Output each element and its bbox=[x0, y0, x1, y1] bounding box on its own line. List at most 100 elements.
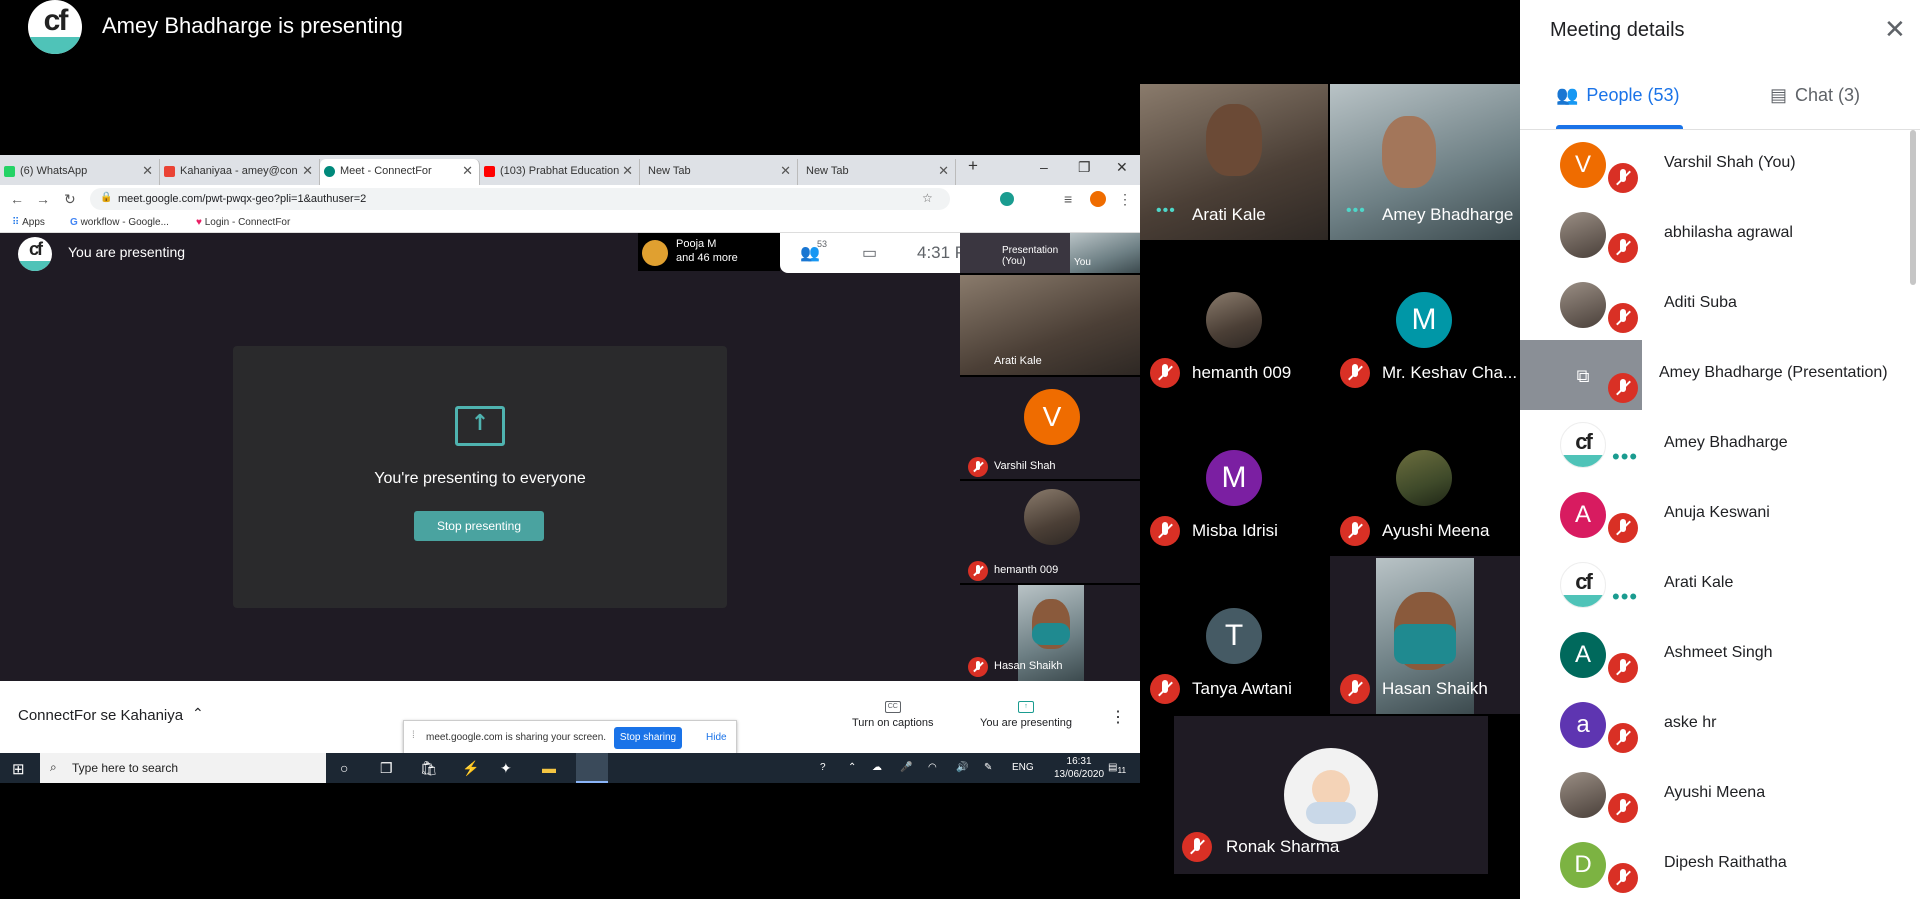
chat-icon[interactable]: ▭ bbox=[862, 243, 877, 263]
avatar: M bbox=[1206, 450, 1262, 506]
participant-row[interactable]: V Varshil Shah (You) bbox=[1520, 130, 1920, 200]
bookmark-login[interactable]: ♥ Login - ConnectFor bbox=[196, 217, 290, 228]
avatar: M bbox=[1396, 292, 1452, 348]
participant-row[interactable]: A Anuja Keswani bbox=[1520, 480, 1920, 550]
pen-icon[interactable]: ✎ bbox=[984, 762, 992, 773]
video-tile-ayushi[interactable]: Ayushi Meena bbox=[1330, 398, 1520, 556]
participant-row[interactable]: D Dipesh Raithatha bbox=[1520, 830, 1920, 899]
url-input[interactable]: 🔒 meet.google.com/pwt-pwqx-geo?pli=1&aut… bbox=[90, 188, 950, 210]
playlist-icon[interactable]: ≡ bbox=[1064, 191, 1072, 207]
participant-name: Amey Bhadharge (Presentation) bbox=[1659, 364, 1888, 381]
cortana-icon[interactable]: ○ bbox=[340, 760, 348, 776]
forward-icon[interactable]: → bbox=[36, 191, 50, 207]
stop-sharing-button[interactable]: Stop sharing bbox=[614, 727, 682, 749]
store-icon[interactable]: 🛍 bbox=[420, 760, 438, 777]
close-tab-icon[interactable]: ✕ bbox=[938, 163, 949, 179]
participant-row[interactable]: Ayushi Meena bbox=[1520, 760, 1920, 830]
scrollbar[interactable] bbox=[1910, 130, 1916, 285]
film-tile-hemanth[interactable]: hemanth 009 bbox=[960, 481, 1140, 583]
microphone-icon[interactable]: 🎤 bbox=[900, 762, 912, 773]
tab-chat[interactable]: ▤ Chat (3) bbox=[1770, 85, 1860, 106]
panel-title: Meeting details bbox=[1550, 19, 1685, 41]
browser-tab-gmail[interactable]: Kahaniyaa - amey@con ✕ bbox=[160, 159, 320, 185]
mic-off-icon bbox=[1608, 513, 1638, 543]
participant-row[interactable]: A Ashmeet Singh bbox=[1520, 620, 1920, 690]
video-tile-tanya[interactable]: T Tanya Awtani bbox=[1140, 556, 1330, 714]
star-icon[interactable]: ☆ bbox=[922, 191, 933, 205]
file-explorer-icon[interactable]: ▬ bbox=[542, 760, 556, 776]
browser-tab-whatsapp[interactable]: (6) WhatsApp ✕ bbox=[0, 159, 160, 185]
browser-tab-youtube[interactable]: (103) Prabhat Education ✕ bbox=[480, 159, 640, 185]
maximize-icon[interactable]: ❐ bbox=[1078, 159, 1091, 176]
taskbar-search[interactable]: ⌕ Type here to search bbox=[40, 753, 326, 783]
mic-off-icon bbox=[968, 657, 988, 677]
film-tile-you[interactable]: You bbox=[1070, 233, 1140, 273]
language-indicator[interactable]: ENG bbox=[1012, 762, 1034, 773]
tab-people[interactable]: 👥 People (53) bbox=[1556, 85, 1679, 106]
wifi-icon[interactable]: ◠ bbox=[928, 762, 937, 773]
close-tab-icon[interactable]: ✕ bbox=[780, 163, 791, 179]
address-bar: ← → ↻ 🔒 meet.google.com/pwt-pwqx-geo?pli… bbox=[0, 185, 1140, 213]
hide-link[interactable]: Hide bbox=[706, 732, 727, 743]
dropbox-icon[interactable]: ✦ bbox=[500, 760, 512, 777]
close-tab-icon[interactable]: ✕ bbox=[462, 163, 473, 179]
participant-row[interactable]: Aditi Suba bbox=[1520, 270, 1920, 340]
stop-presenting-button[interactable]: Stop presenting bbox=[414, 511, 544, 541]
close-tab-icon[interactable]: ✕ bbox=[302, 163, 313, 179]
profile-avatar[interactable] bbox=[1090, 191, 1106, 207]
film-tile-hasan[interactable]: Hasan Shaikh bbox=[960, 585, 1140, 681]
new-tab-icon[interactable]: + bbox=[968, 156, 978, 176]
clock[interactable]: 16:31 13/06/2020 bbox=[1054, 756, 1104, 780]
participant-row[interactable]: abhilasha agrawal bbox=[1520, 200, 1920, 270]
chrome-menu-icon[interactable]: ⋮ bbox=[1118, 191, 1132, 208]
participant-row[interactable]: ⧉ Amey Bhadharge (Presentation) bbox=[1520, 340, 1920, 410]
more-options-icon[interactable]: ⋮ bbox=[1110, 707, 1126, 727]
video-tile-arati[interactable]: ••• Arati Kale bbox=[1140, 84, 1328, 240]
windows-start-icon[interactable]: ⊞ bbox=[12, 760, 25, 778]
minimize-icon[interactable]: – bbox=[1040, 159, 1048, 175]
app-icon[interactable]: ⚡ bbox=[462, 760, 479, 777]
mic-off-icon bbox=[1608, 723, 1638, 753]
tray-chevron-icon[interactable]: ⌃ bbox=[848, 762, 856, 773]
drag-handle-icon[interactable]: ⁞ bbox=[412, 730, 415, 741]
browser-tab-meet[interactable]: Meet - ConnectFor ✕ bbox=[320, 159, 480, 185]
bookmark-workflow[interactable]: G workflow - Google... bbox=[70, 217, 169, 228]
film-tile-presentation[interactable]: Presentation (You) bbox=[960, 233, 1070, 273]
film-tile-arati[interactable]: Arati Kale bbox=[960, 275, 1140, 375]
participant-name: Anuja Keswani bbox=[1664, 504, 1770, 521]
notifications-icon[interactable]: ▤11 bbox=[1108, 762, 1126, 775]
video-tile-keshav[interactable]: M Mr. Keshav Cha... bbox=[1330, 240, 1520, 398]
film-tile-varshil[interactable]: V Varshil Shah bbox=[960, 377, 1140, 479]
browser-tab-newtab[interactable]: New Tab ✕ bbox=[640, 159, 798, 185]
reload-icon[interactable]: ↻ bbox=[64, 191, 76, 208]
participants-preview[interactable]: Pooja M and 46 more bbox=[638, 233, 780, 271]
close-window-icon[interactable]: ✕ bbox=[1116, 159, 1128, 176]
avatar: a bbox=[1560, 702, 1606, 748]
video-tile-ronak[interactable]: Ronak Sharma bbox=[1174, 716, 1488, 874]
participant-row[interactable]: cf ••• Arati Kale bbox=[1520, 550, 1920, 620]
close-icon[interactable]: ✕ bbox=[1884, 14, 1906, 45]
video-tile-hemanth[interactable]: hemanth 009 bbox=[1140, 240, 1330, 398]
task-view-icon[interactable]: ❒ bbox=[380, 760, 393, 777]
you-are-presenting-button[interactable]: ↑ You are presenting bbox=[980, 701, 1072, 729]
cloud-icon[interactable]: ☁ bbox=[872, 762, 882, 773]
participant-row[interactable]: cf ••• Amey Bhadharge bbox=[1520, 410, 1920, 480]
close-tab-icon[interactable]: ✕ bbox=[142, 163, 153, 179]
browser-tab-newtab-2[interactable]: New Tab ✕ bbox=[798, 159, 956, 185]
bookmark-apps[interactable]: ⠿ Apps bbox=[12, 217, 45, 228]
video-tile-amey[interactable]: ••• Amey Bhadharge bbox=[1330, 84, 1520, 240]
participant-row[interactable]: a aske hr bbox=[1520, 690, 1920, 760]
chevron-up-icon[interactable]: ⌃ bbox=[192, 705, 204, 722]
avatar: A bbox=[1560, 632, 1606, 678]
volume-icon[interactable]: 🔊 bbox=[956, 762, 968, 773]
extension-icon[interactable] bbox=[1000, 192, 1014, 206]
avatar: D bbox=[1560, 842, 1606, 888]
back-icon[interactable]: ← bbox=[10, 191, 24, 207]
video-tile-misba[interactable]: M Misba Idrisi bbox=[1140, 398, 1330, 556]
video-tile-hasan[interactable]: Hasan Shaikh bbox=[1330, 556, 1520, 714]
chrome-taskbar-icon[interactable] bbox=[576, 753, 608, 783]
gmail-icon bbox=[164, 166, 175, 177]
close-tab-icon[interactable]: ✕ bbox=[622, 163, 633, 179]
help-icon[interactable]: ? bbox=[820, 762, 826, 773]
captions-button[interactable]: CC Turn on captions bbox=[852, 701, 934, 729]
